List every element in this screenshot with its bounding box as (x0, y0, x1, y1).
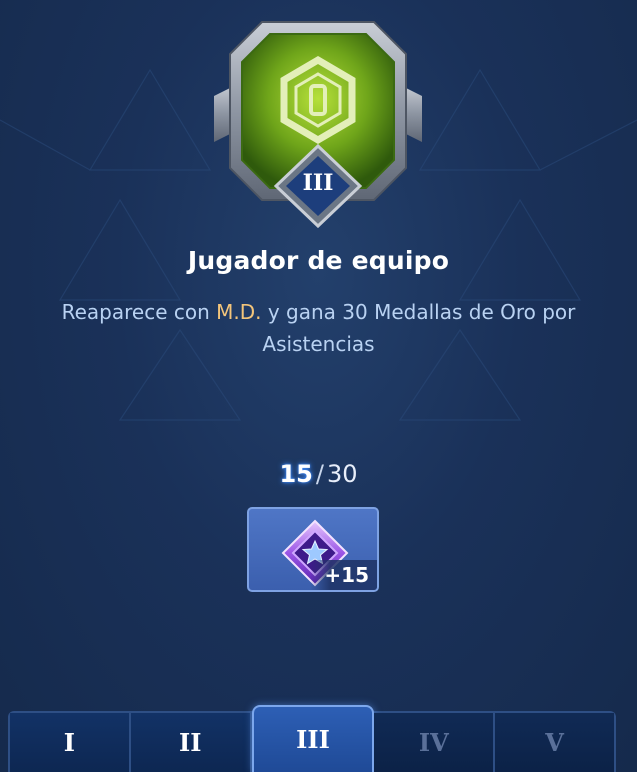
description-highlight: M.D. (216, 300, 262, 324)
tab-tier-4[interactable]: IV (374, 713, 496, 772)
progress-separator: / (315, 460, 324, 488)
tier-tabs: I II III IV V (8, 705, 616, 772)
progress-total: 30 (326, 460, 358, 488)
achievement-description: Reaparece con M.D. y gana 30 Medallas de… (18, 296, 619, 360)
badge-tier-label: III (302, 170, 334, 196)
tab-tier-5[interactable]: V (495, 713, 614, 772)
tab-tier-3[interactable]: III (251, 705, 375, 772)
reward-item[interactable]: +15 (247, 507, 379, 592)
tab-tier-2[interactable]: II (130, 713, 252, 772)
progress-counter: 15/30 (0, 460, 637, 488)
description-text-start: Reaparece con (61, 300, 217, 324)
description-text-end: y gana 30 Medallas de Oro por Asistencia… (261, 300, 576, 356)
tab-tier-1[interactable]: I (10, 713, 131, 772)
achievement-title: Jugador de equipo (187, 246, 450, 275)
reward-amount: +15 (310, 560, 377, 590)
achievement-badge: III (210, 18, 426, 232)
hexagon-emblem-icon (214, 21, 422, 229)
progress-current: 15 (279, 460, 313, 488)
